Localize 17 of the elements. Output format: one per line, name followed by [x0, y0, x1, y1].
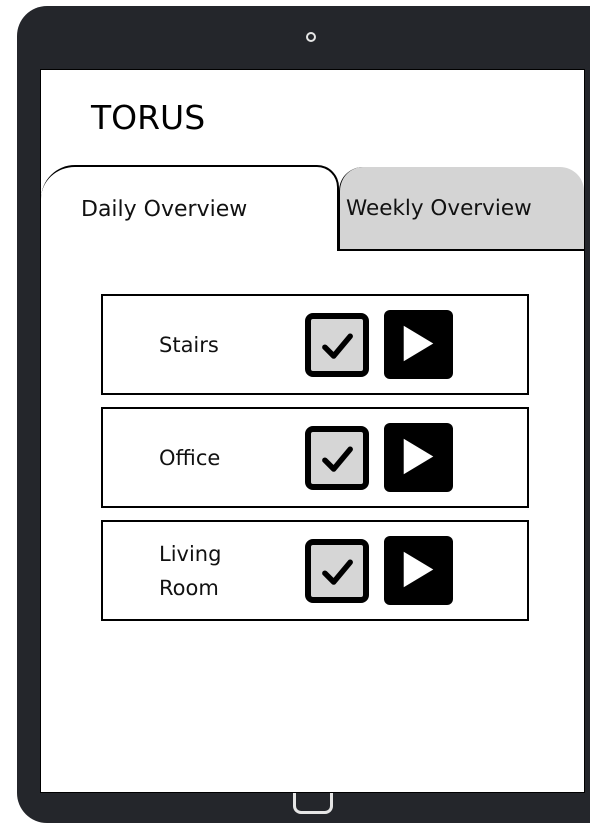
tab[interactable]: Weekly Overview [339, 167, 584, 251]
checkbox[interactable] [305, 312, 369, 376]
play-icon [404, 438, 434, 474]
room-name: Living Room [159, 540, 222, 602]
play-button[interactable] [384, 536, 453, 605]
room-name: Office [159, 444, 222, 472]
checkbox[interactable] [305, 538, 369, 602]
play-button[interactable] [384, 423, 453, 492]
home-button[interactable] [293, 793, 333, 814]
room-name: Stairs [159, 332, 220, 358]
camera-icon [306, 32, 316, 42]
app-title: TORUS [90, 97, 206, 136]
checkbox[interactable] [305, 426, 369, 490]
play-icon [404, 552, 434, 588]
tab[interactable]: Daily Overview [41, 165, 339, 251]
play-icon [404, 326, 434, 362]
play-button[interactable] [384, 310, 453, 379]
